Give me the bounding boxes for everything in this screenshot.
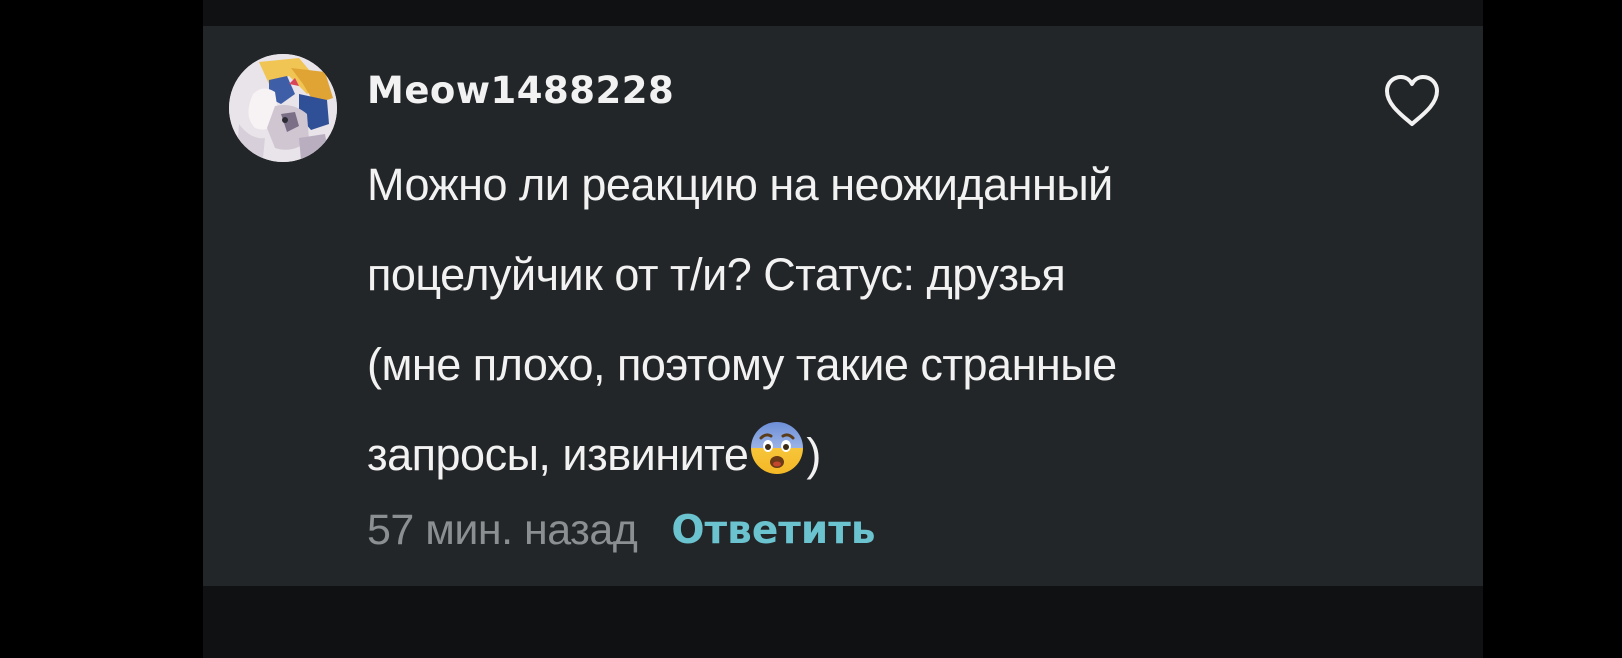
- comment-timestamp: 57 мин. назад: [367, 505, 638, 554]
- anxious-face-emoji: [749, 420, 805, 476]
- top-divider-strip: [203, 0, 1483, 26]
- comment-card: Meow1488228 Можно ли реакцию на неожидан…: [203, 26, 1483, 586]
- comment-body: Можно ли реакцию на неожиданный поцелуйч…: [367, 140, 1407, 500]
- comment-meta: 57 мин. назад Ответить: [367, 502, 876, 558]
- comment-text-tail: ): [806, 429, 821, 480]
- like-button[interactable]: [1379, 70, 1445, 130]
- heart-outline-icon: [1385, 75, 1439, 126]
- comment-text-main: Можно ли реакцию на неожиданный поцелуйч…: [367, 159, 1117, 480]
- anxious-face-icon: [751, 422, 804, 474]
- avatar-image: [229, 54, 337, 162]
- reply-button[interactable]: Ответить: [671, 508, 875, 553]
- bottom-divider-strip: [203, 586, 1483, 658]
- user-avatar[interactable]: [229, 54, 337, 162]
- screen: Meow1488228 Можно ли реакцию на неожидан…: [0, 0, 1622, 658]
- comment-author-username[interactable]: Meow1488228: [367, 66, 674, 116]
